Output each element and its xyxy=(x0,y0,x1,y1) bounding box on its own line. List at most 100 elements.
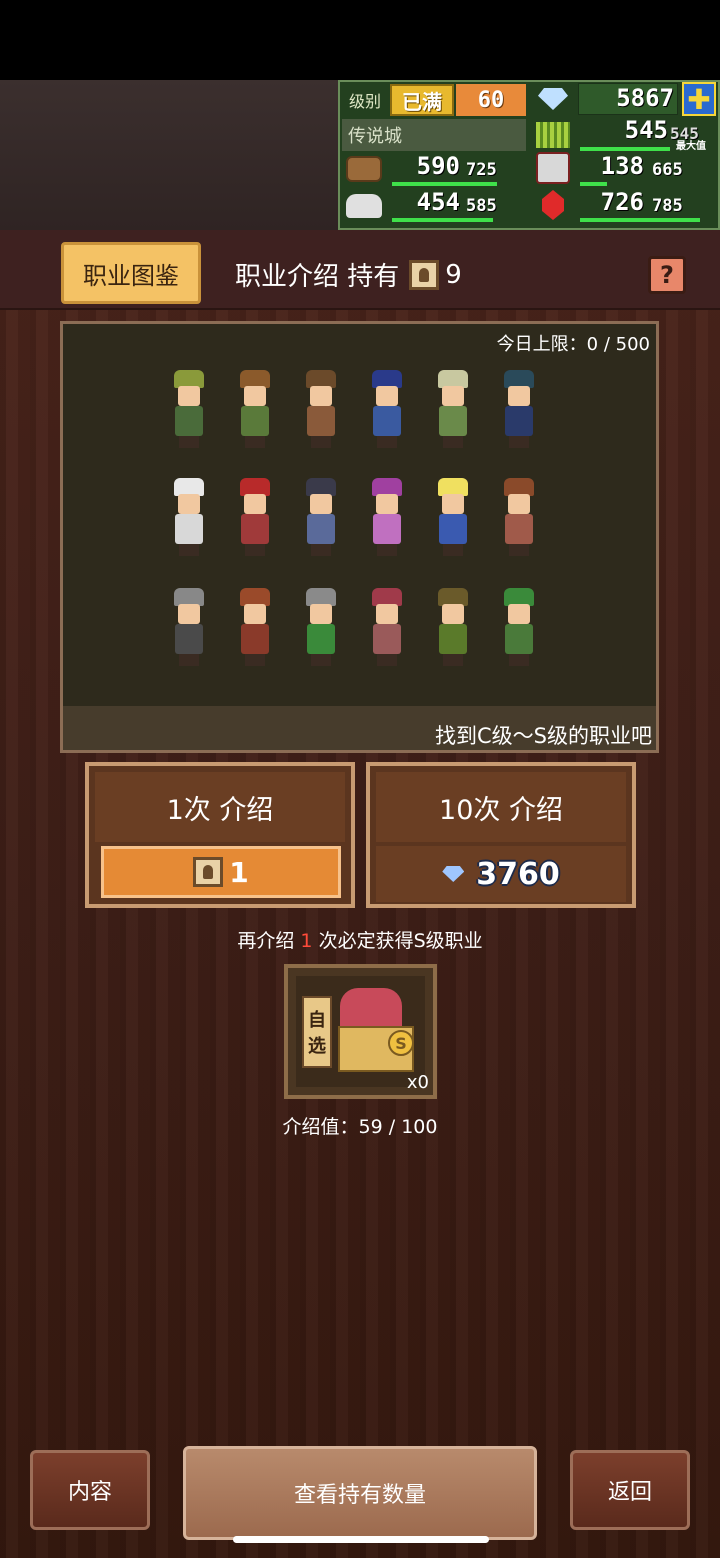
summon-10-button[interactable]: 10次 介绍 3760 xyxy=(366,762,636,908)
summon-10-label: 10次 介绍 xyxy=(376,772,626,842)
character-sprite xyxy=(302,478,340,558)
reward-count: x0 xyxy=(406,1072,429,1093)
level-value: 60 xyxy=(456,84,526,116)
character-sprite xyxy=(236,588,274,668)
character-body xyxy=(175,514,203,544)
character-sprite xyxy=(170,478,208,558)
page-title: 职业介绍 持有 9 xyxy=(235,256,462,293)
character-legs xyxy=(179,654,199,666)
ruby-bar xyxy=(580,218,700,222)
food-icon xyxy=(536,122,570,148)
character-sprite xyxy=(302,370,340,450)
character-face xyxy=(244,494,266,514)
intro-progress-text: 介绍值：59 / 100 xyxy=(282,1116,438,1138)
level-label: 级别 xyxy=(348,92,381,111)
character-body xyxy=(505,624,533,654)
character-face xyxy=(376,494,398,514)
select-tag-line2: 选 xyxy=(308,1036,326,1057)
help-button[interactable]: ? xyxy=(648,256,686,294)
ore-max: 665 xyxy=(652,160,683,180)
character-legs xyxy=(179,436,199,448)
stone-max: 585 xyxy=(466,196,497,216)
character-sprite xyxy=(500,478,538,558)
character-legs xyxy=(311,436,331,448)
character-body xyxy=(373,624,401,654)
ore-value: 138 xyxy=(600,152,644,180)
diamond-count: 5867 xyxy=(616,84,674,112)
home-indicator[interactable] xyxy=(233,1536,489,1543)
character-body xyxy=(439,624,467,654)
character-face xyxy=(442,604,464,624)
diamond-icon xyxy=(442,866,465,882)
level-max-badge: 已满 xyxy=(390,84,454,116)
food-max-tag: 最大值 xyxy=(676,141,706,152)
character-face xyxy=(310,494,332,514)
wood-value: 590 xyxy=(416,152,460,180)
town-name: 传说城 xyxy=(342,119,526,151)
ticket-icon xyxy=(409,259,440,290)
ticket-count: 9 xyxy=(445,259,462,290)
summon-10-cost-value: 3760 xyxy=(476,856,560,892)
character-face xyxy=(310,386,332,406)
character-legs xyxy=(443,654,463,666)
summon-1-cost-value: 1 xyxy=(229,855,249,889)
character-face xyxy=(442,386,464,406)
character-face xyxy=(508,494,530,514)
view-owned-button[interactable]: 查看持有数量 xyxy=(183,1446,537,1540)
character-legs xyxy=(311,544,331,556)
character-legs xyxy=(179,544,199,556)
character-legs xyxy=(509,654,529,666)
character-legs xyxy=(509,436,529,448)
contents-button[interactable]: 内容 xyxy=(30,1450,150,1530)
tab-job-encyclopedia[interactable]: 职业图鉴 xyxy=(61,242,201,304)
character-legs xyxy=(377,654,397,666)
notice-prefix: 再介绍 xyxy=(237,930,295,952)
character-legs xyxy=(443,544,463,556)
character-legs xyxy=(509,544,529,556)
character-body xyxy=(439,514,467,544)
character-legs xyxy=(245,436,265,448)
character-body xyxy=(373,406,401,436)
character-body xyxy=(307,624,335,654)
wood-max: 725 xyxy=(466,160,497,180)
character-sprite xyxy=(368,478,406,558)
character-face xyxy=(178,494,200,514)
character-face xyxy=(244,604,266,624)
ore-bar xyxy=(580,182,608,186)
character-legs xyxy=(377,436,397,448)
select-tag-line1: 自 xyxy=(308,1010,326,1031)
character-face xyxy=(442,494,464,514)
character-body xyxy=(241,624,269,654)
character-sprite xyxy=(434,370,472,450)
wood-icon xyxy=(346,156,382,182)
character-body xyxy=(241,406,269,436)
character-body xyxy=(175,624,203,654)
character-sprite xyxy=(170,370,208,450)
food-bar xyxy=(580,147,670,151)
character-body xyxy=(505,406,533,436)
character-legs xyxy=(311,654,331,666)
panel-hint: 找到C级～S级的职业吧 xyxy=(435,724,652,748)
wood-bar xyxy=(392,182,498,186)
summon-1-button[interactable]: 1次 介绍 1 xyxy=(85,762,355,908)
character-legs xyxy=(377,544,397,556)
back-button[interactable]: 返回 xyxy=(570,1450,690,1530)
character-sprite xyxy=(236,370,274,450)
character-sprite xyxy=(434,588,472,668)
character-sprite xyxy=(302,588,340,668)
character-sprite xyxy=(434,478,472,558)
character-face xyxy=(178,386,200,406)
character-panel xyxy=(60,321,659,753)
notice-count: 1 xyxy=(300,930,313,952)
add-diamond-button[interactable]: ✚ xyxy=(682,82,716,116)
character-body xyxy=(439,406,467,436)
s-select-reward[interactable]: 自 选 S x0 xyxy=(284,964,437,1099)
character-body xyxy=(373,514,401,544)
character-face xyxy=(178,604,200,624)
character-face xyxy=(508,386,530,406)
character-body xyxy=(307,514,335,544)
character-body xyxy=(175,406,203,436)
character-sprite xyxy=(500,370,538,450)
top-status-area xyxy=(0,0,720,80)
character-body xyxy=(505,514,533,544)
